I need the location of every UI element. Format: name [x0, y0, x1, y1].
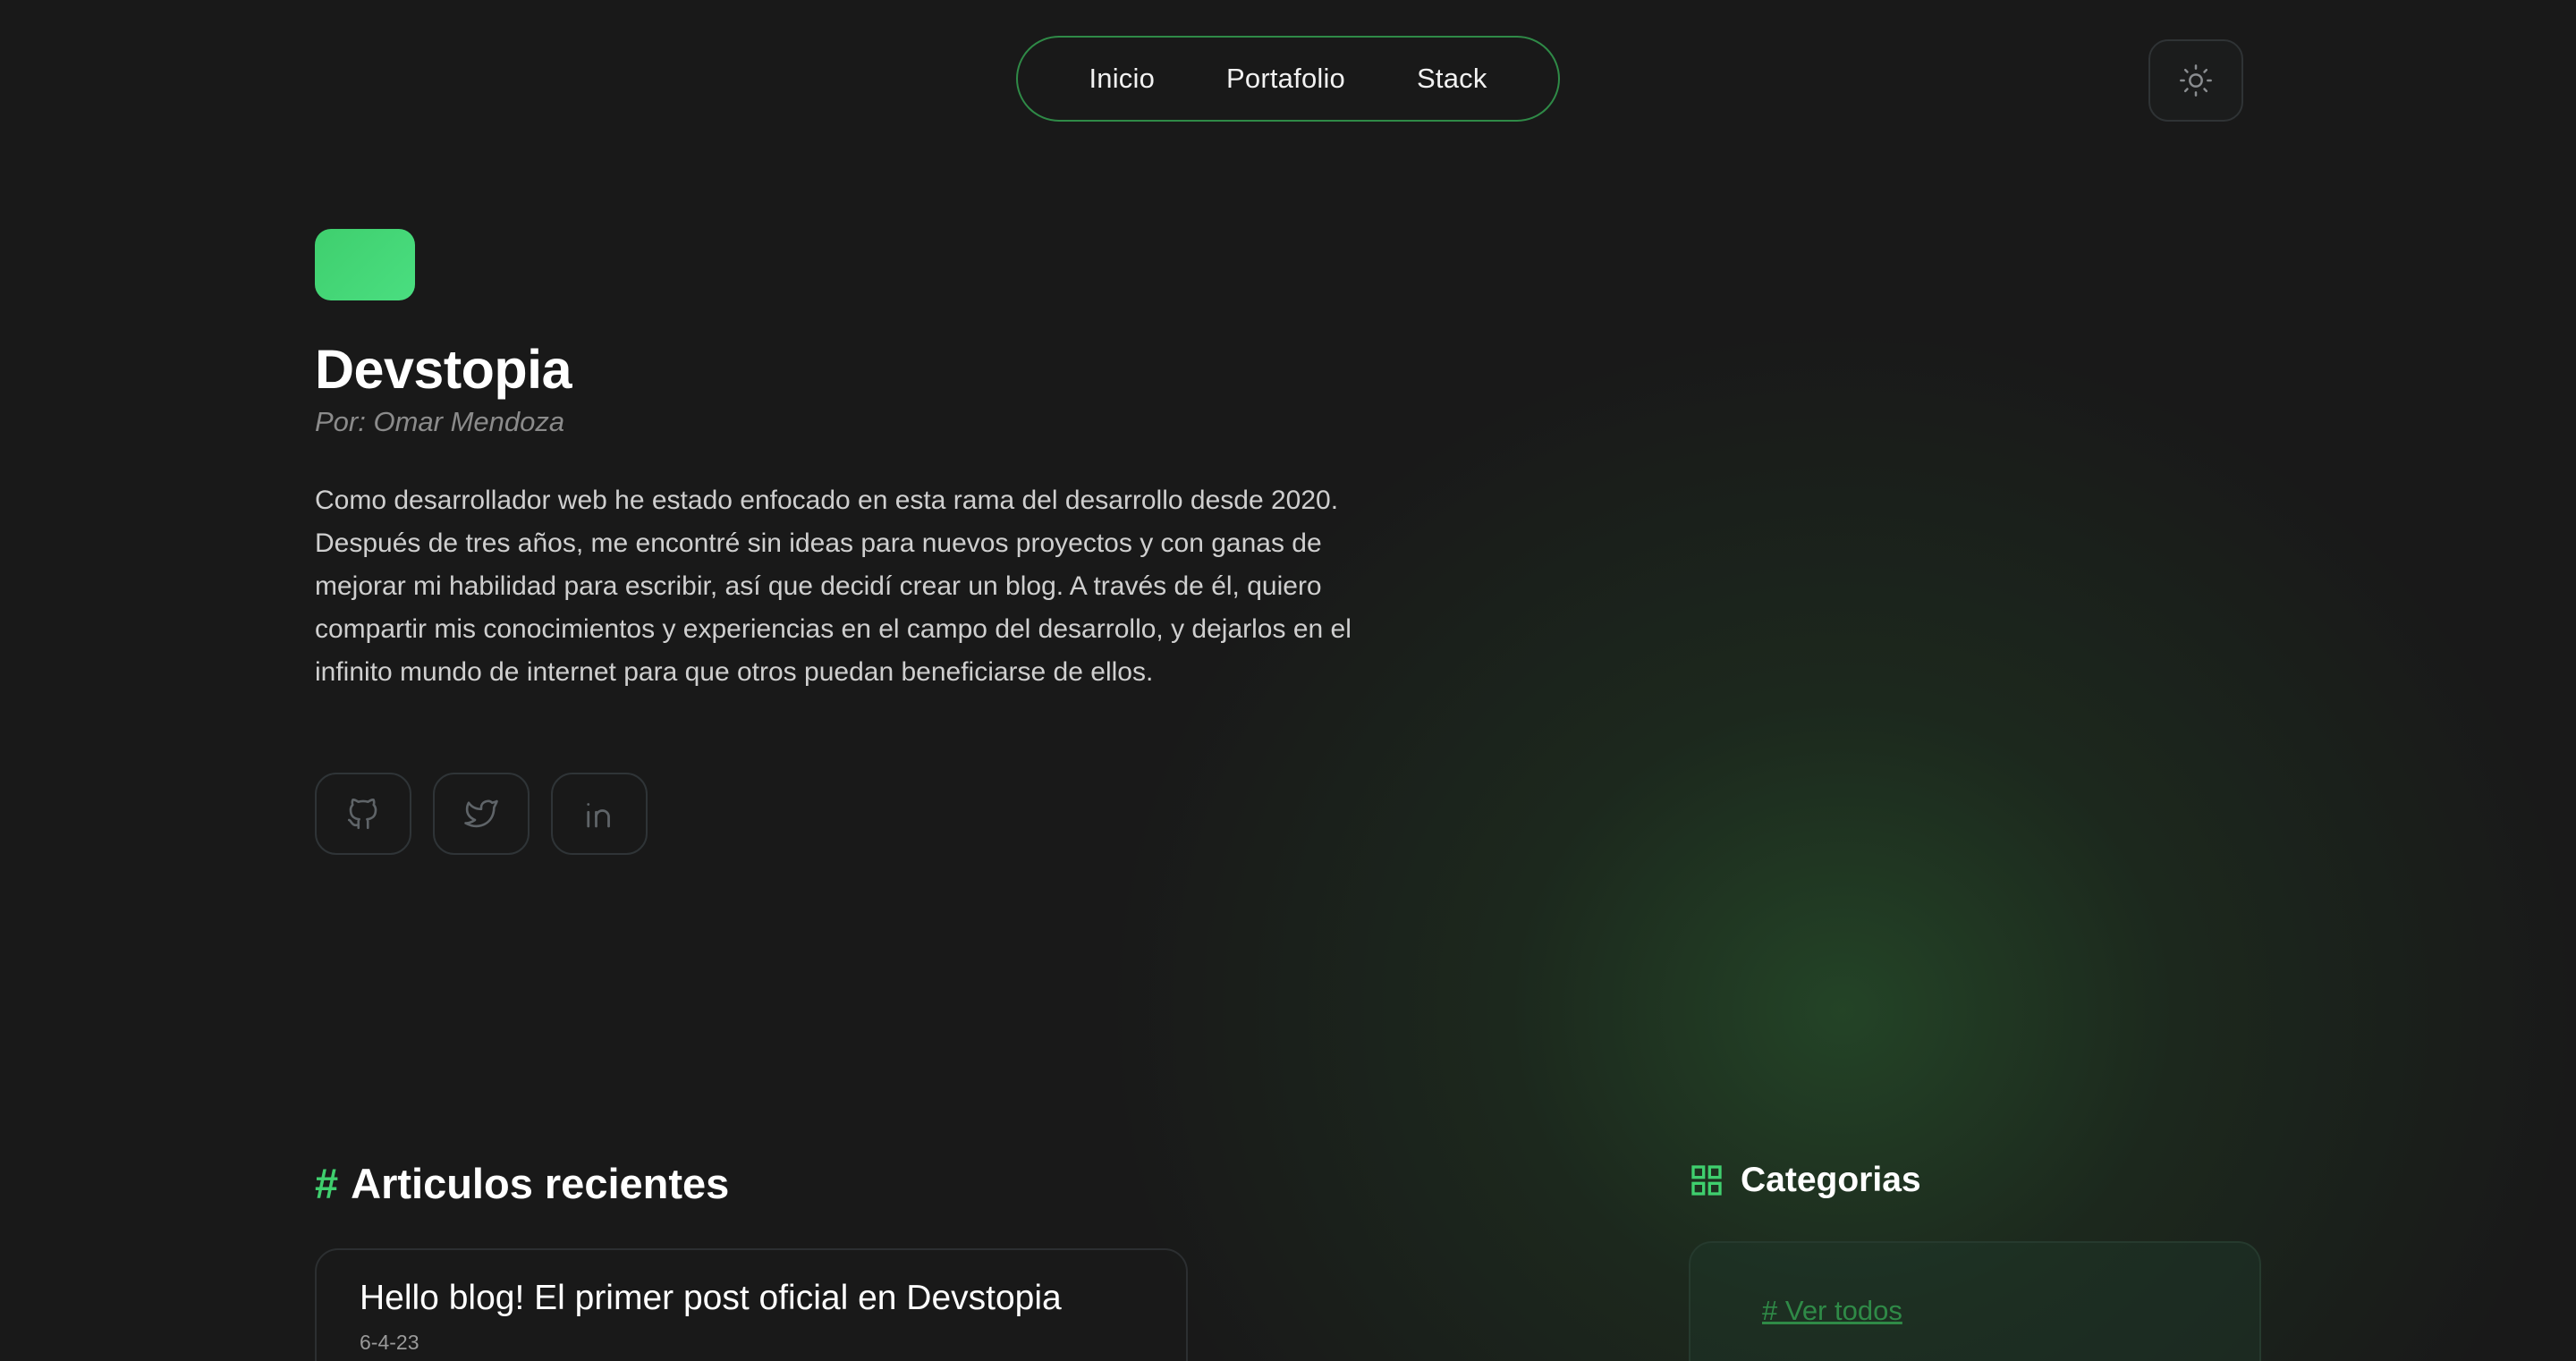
categories-card: # Ver todos — [1689, 1241, 2261, 1361]
recent-articles-label: Articulos recientes — [351, 1160, 730, 1207]
grid-icon — [1691, 1165, 1722, 1196]
categories-label: Categorias — [1741, 1161, 1921, 1199]
view-all-categories-link[interactable]: # Ver todos — [1762, 1295, 1902, 1326]
nav-item-inicio[interactable]: Inicio — [1089, 63, 1155, 95]
hash-symbol: # — [315, 1160, 339, 1207]
sun-icon — [2180, 64, 2212, 97]
site-logo — [315, 229, 415, 300]
twitter-icon — [464, 799, 498, 828]
nav-item-portafolio[interactable]: Portafolio — [1226, 63, 1345, 95]
page: Inicio Portafolio Stack Devstopia Por: O… — [0, 0, 2576, 1361]
intro-paragraph: Como desarrollador web he estado enfocad… — [315, 486, 1352, 687]
site-title: Devstopia — [315, 339, 572, 400]
article-date: 6-4-23 — [360, 1331, 419, 1354]
linkedin-icon — [587, 803, 610, 828]
social-links — [315, 773, 648, 855]
theme-toggle-button[interactable] — [2148, 39, 2243, 122]
github-icon — [347, 799, 377, 830]
recent-articles-heading: # Articulos recientes — [315, 1159, 729, 1208]
github-link[interactable] — [315, 773, 411, 855]
author-byline: Por: Omar Mendoza — [315, 406, 565, 437]
article-card[interactable]: Hello blog! El primer post oficial en De… — [315, 1248, 1188, 1361]
linkedin-link[interactable] — [551, 773, 648, 855]
article-title[interactable]: Hello blog! El primer post oficial en De… — [360, 1279, 1143, 1318]
nav-item-stack[interactable]: Stack — [1417, 63, 1487, 95]
twitter-link[interactable] — [433, 773, 530, 855]
categories-heading: Categorias — [1689, 1161, 1921, 1200]
main-nav: Inicio Portafolio Stack — [1016, 36, 1560, 122]
